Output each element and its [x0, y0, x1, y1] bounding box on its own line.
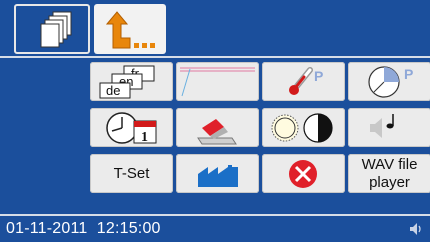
language-cards-icon: fr en de	[99, 65, 155, 99]
factory-icon	[198, 165, 238, 187]
timer-badge: P	[404, 66, 413, 82]
wav-label-line1: WAV file	[361, 155, 418, 173]
status-bar: 01-11-2011 12:15:00	[0, 216, 430, 242]
thermometer-icon: P	[289, 67, 323, 95]
brightness-contrast-icon	[271, 113, 333, 143]
up-arrow-ellipsis-icon	[105, 11, 155, 49]
wav-label: WAV file player	[348, 154, 430, 193]
cleaning-button[interactable]	[176, 108, 259, 147]
eraser-icon	[197, 119, 237, 145]
speaker-icon[interactable]	[408, 220, 426, 238]
top-toolbar	[0, 0, 430, 56]
red-x-icon	[289, 160, 317, 188]
temperature-button[interactable]: P	[262, 62, 345, 101]
pages-button[interactable]	[14, 4, 90, 54]
datetime-display: 01-11-2011 12:15:00	[6, 220, 161, 238]
wav-player-button[interactable]: WAV file player	[348, 154, 430, 193]
date-text: 01-11-2011	[6, 220, 88, 237]
trend-button[interactable]	[176, 62, 259, 101]
home-up-button[interactable]	[94, 4, 166, 54]
toolbar-divider	[0, 56, 430, 58]
factory-button[interactable]	[176, 154, 259, 193]
lang-de-text: de	[106, 83, 120, 98]
clock-date-button[interactable]: 1	[90, 108, 173, 147]
timer-button[interactable]: P	[348, 62, 430, 101]
stacked-pages-icon	[40, 11, 72, 48]
calendar-day: 1	[141, 130, 148, 145]
temp-badge: P	[314, 68, 323, 84]
trend-graph-icon	[180, 67, 255, 97]
tset-button[interactable]: T-Set	[90, 154, 173, 193]
time-text: 12:15:00	[96, 220, 161, 237]
pie-clock-icon: P	[368, 66, 413, 98]
clock-calendar-icon: 1	[106, 112, 157, 145]
main-screen: fr en de P P	[0, 0, 430, 242]
tset-label: T-Set	[113, 164, 150, 182]
wav-label-line2: player	[369, 173, 410, 191]
language-button[interactable]: fr en de	[90, 62, 173, 101]
display-button[interactable]	[262, 108, 345, 147]
volume-button[interactable]	[348, 108, 430, 147]
speaker-note-icon	[370, 114, 394, 138]
exit-button[interactable]	[262, 154, 345, 193]
